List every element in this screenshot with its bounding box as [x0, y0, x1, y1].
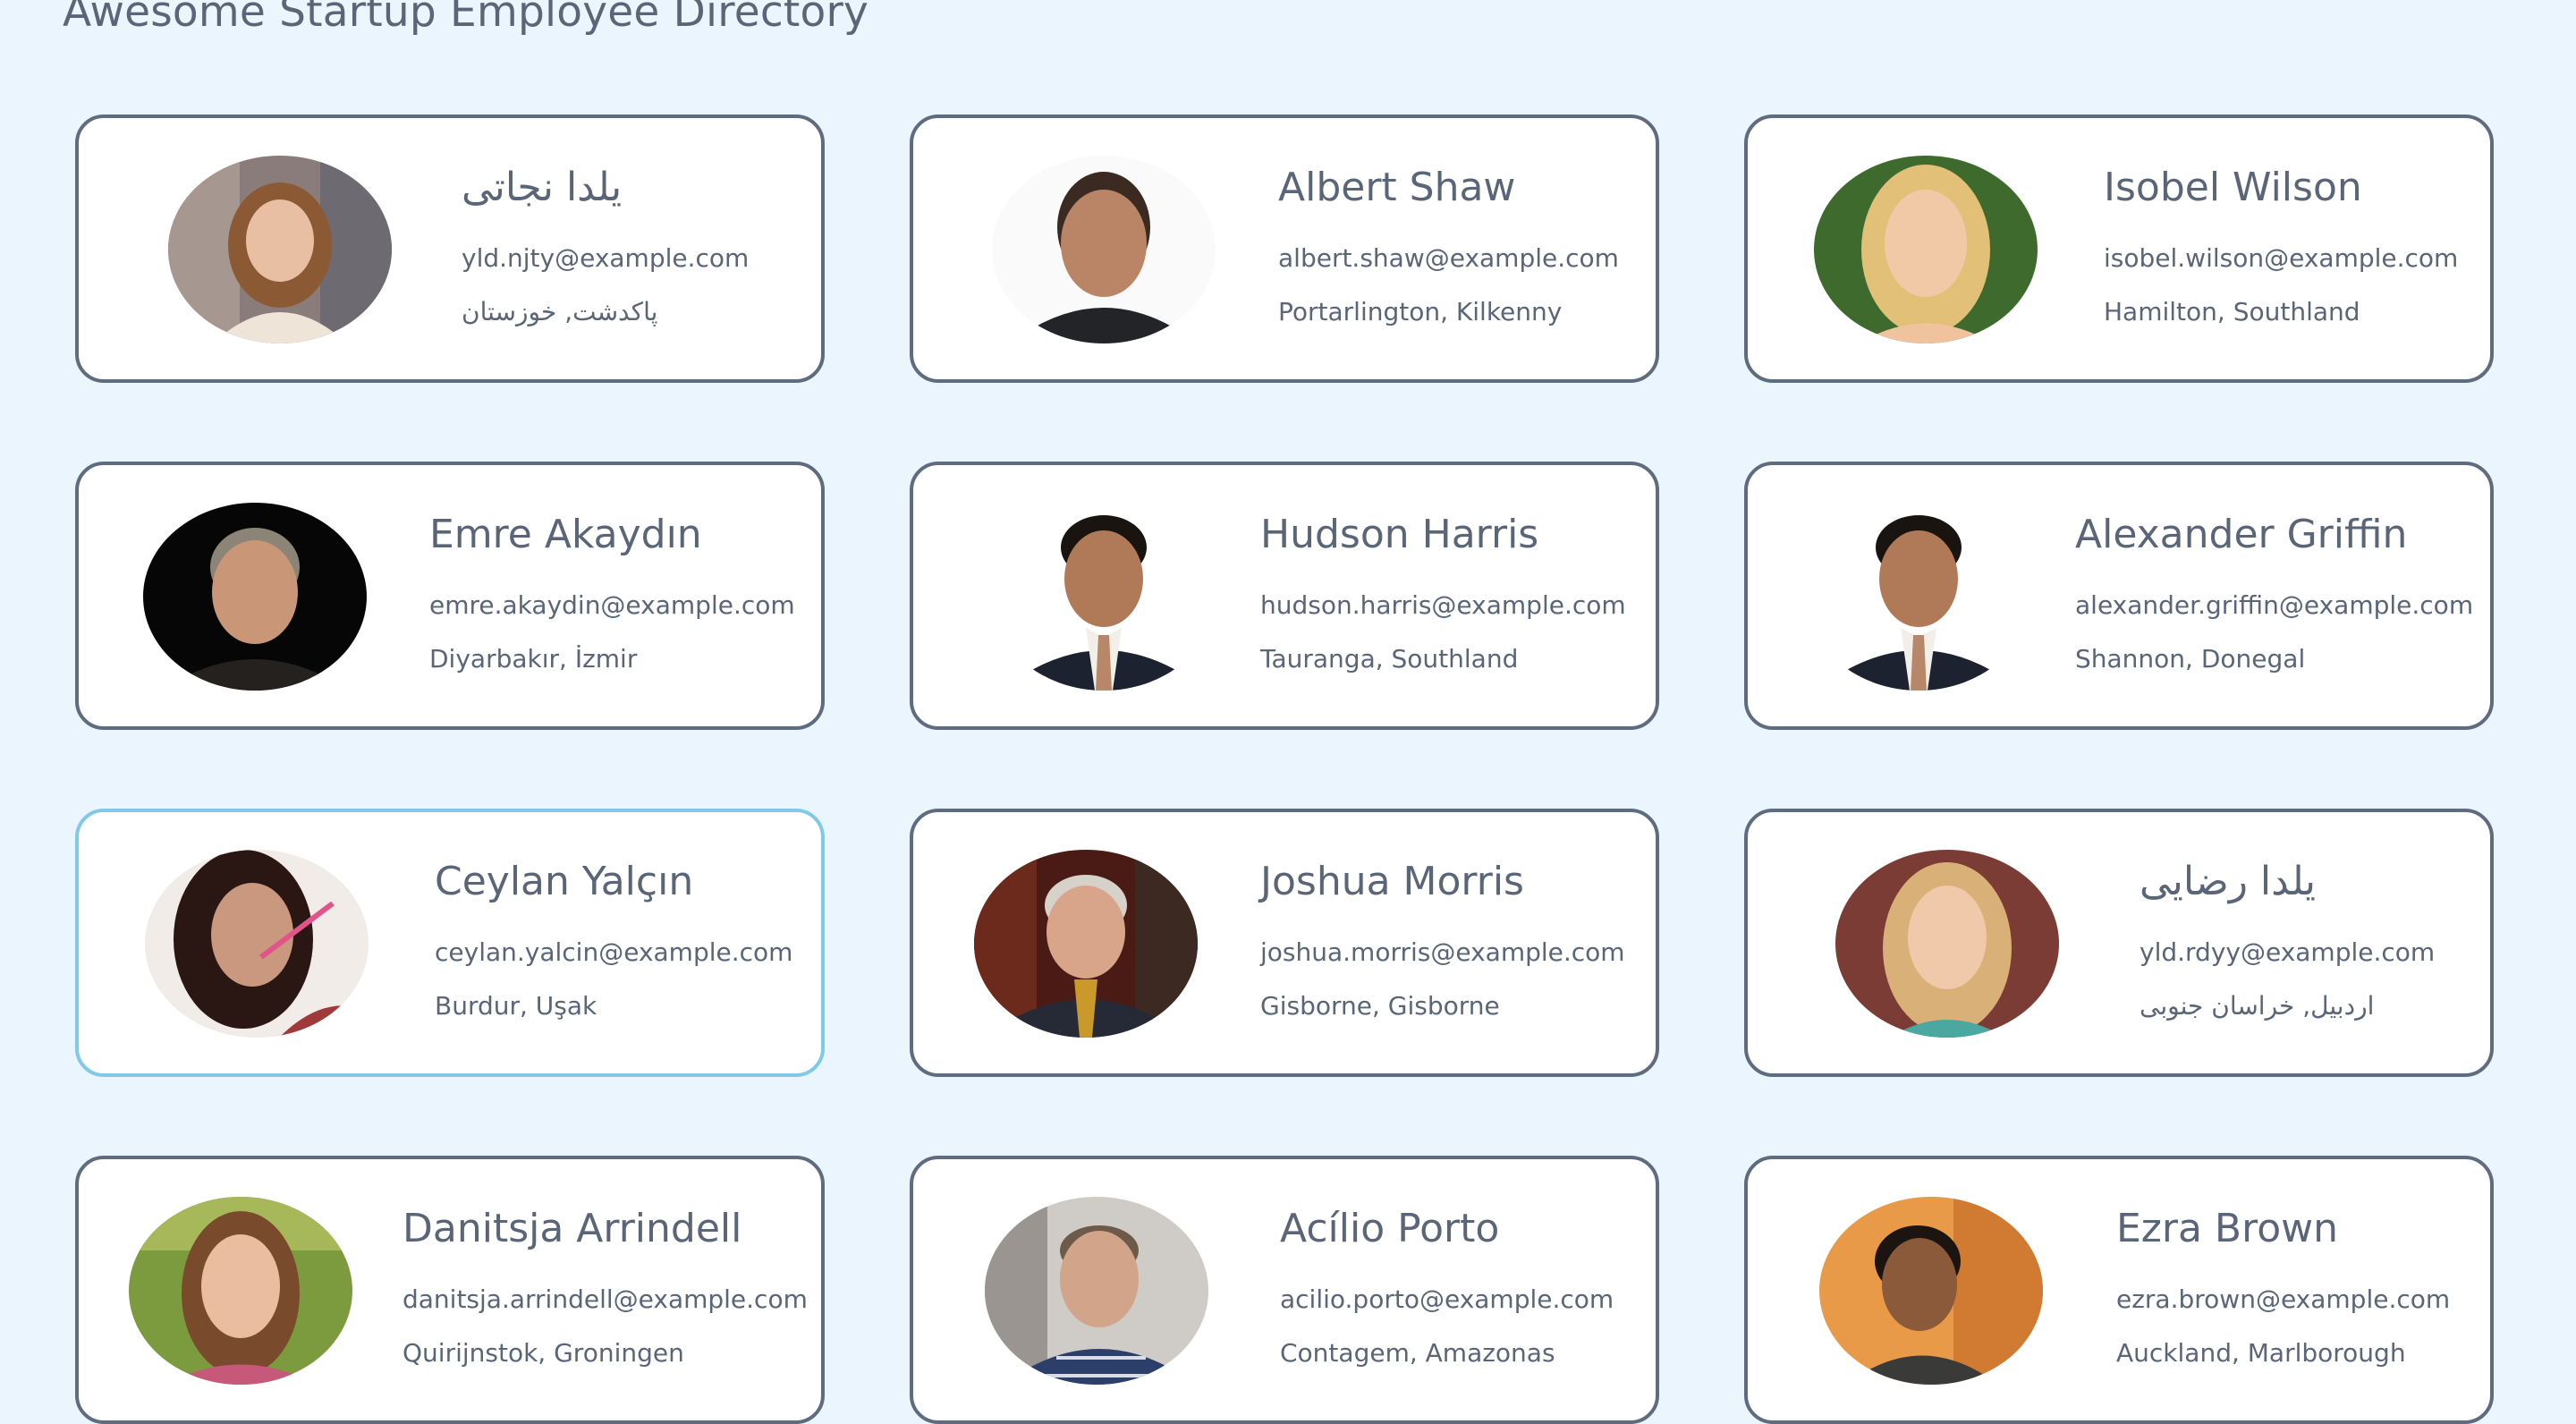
- man-suit-gold-tie-icon: [974, 850, 1198, 1038]
- employee-card[interactable]: Albert Shaw albert.shaw@example.com Port…: [910, 114, 1659, 383]
- employee-card[interactable]: یلدا نجاتی yld.njty@example.com پاکدشت, …: [75, 114, 825, 383]
- employee-email[interactable]: emre.akaydin@example.com: [429, 590, 795, 620]
- employee-card[interactable]: Joshua Morris joshua.morris@example.com …: [910, 809, 1659, 1077]
- employee-email[interactable]: albert.shaw@example.com: [1278, 243, 1619, 273]
- employee-email[interactable]: joshua.morris@example.com: [1260, 937, 1625, 967]
- employee-name: Joshua Morris: [1260, 859, 1524, 904]
- employee-email[interactable]: hudson.harris@example.com: [1260, 590, 1626, 620]
- woman-blonde-icon: [1835, 850, 2059, 1038]
- employee-location: اردبیل, خراسان جنوبی: [2140, 991, 2375, 1021]
- man-dark-hair-icon: [992, 156, 1216, 343]
- employee-card[interactable]: Alexander Griffin alexander.griffin@exam…: [1744, 462, 2494, 730]
- employee-email[interactable]: isobel.wilson@example.com: [2104, 243, 2458, 273]
- employee-email[interactable]: acilio.porto@example.com: [1280, 1284, 1614, 1314]
- man-suit-tie-icon: [1807, 503, 2030, 691]
- employee-location: Tauranga, Southland: [1260, 644, 1519, 674]
- employee-location: Auckland, Marlborough: [2116, 1338, 2406, 1368]
- employee-location: Portarlington, Kilkenny: [1278, 297, 1563, 326]
- employee-card[interactable]: Emre Akaydın emre.akaydin@example.com Di…: [75, 462, 825, 730]
- employee-card[interactable]: Ceylan Yalçın ceylan.yalcin@example.com …: [75, 809, 825, 1077]
- employee-name: Ceylan Yalçın: [435, 859, 694, 904]
- man-checked-shirt-icon: [985, 1197, 1208, 1385]
- employee-email[interactable]: yld.njty@example.com: [462, 243, 749, 273]
- employee-name: Acílio Porto: [1280, 1206, 1500, 1251]
- woman-blonde-icon: [1814, 156, 2038, 343]
- employee-card[interactable]: یلدا رضایی yld.rdyy@example.com اردبیل, …: [1744, 809, 2494, 1077]
- employee-card[interactable]: Hudson Harris hudson.harris@example.com …: [910, 462, 1659, 730]
- employee-email[interactable]: ezra.brown@example.com: [2116, 1284, 2450, 1314]
- employee-card[interactable]: Isobel Wilson isobel.wilson@example.com …: [1744, 114, 2494, 383]
- employee-email[interactable]: danitsja.arrindell@example.com: [402, 1284, 808, 1314]
- man-grey-hair-icon: [143, 503, 367, 691]
- woman-brown-hair-icon: [129, 1197, 352, 1385]
- employee-location: Gisborne, Gisborne: [1260, 991, 1500, 1021]
- employee-card[interactable]: Ezra Brown ezra.brown@example.com Auckla…: [1744, 1156, 2494, 1424]
- page-title: Awesome Startup Employee Directory: [63, 0, 869, 37]
- woman-dark-hair-icon: [145, 850, 369, 1038]
- employee-location: Shannon, Donegal: [2075, 644, 2306, 674]
- employee-name: یلدا رضایی: [2140, 859, 2317, 904]
- employee-card[interactable]: Acílio Porto acilio.porto@example.com Co…: [910, 1156, 1659, 1424]
- employee-email[interactable]: yld.rdyy@example.com: [2140, 937, 2435, 967]
- employee-location: پاکدشت, خوزستان: [462, 297, 658, 326]
- employee-name: Alexander Griffin: [2075, 512, 2408, 557]
- employee-name: Emre Akaydın: [429, 512, 702, 557]
- employee-card[interactable]: Danitsja Arrindell danitsja.arrindell@ex…: [75, 1156, 825, 1424]
- employee-name: یلدا نجاتی: [462, 165, 623, 210]
- employee-location: Hamilton, Southland: [2104, 297, 2360, 326]
- employee-location: Diyarbakır, İzmir: [429, 644, 638, 674]
- employee-name: Danitsja Arrindell: [402, 1206, 742, 1251]
- employee-name: Albert Shaw: [1278, 165, 1516, 210]
- employee-name: Isobel Wilson: [2104, 165, 2362, 210]
- employee-email[interactable]: alexander.griffin@example.com: [2075, 590, 2473, 620]
- employee-name: Ezra Brown: [2116, 1206, 2339, 1251]
- employee-location: Quirijnstok, Groningen: [402, 1338, 684, 1368]
- employee-location: Contagem, Amazonas: [1280, 1338, 1555, 1368]
- employee-name: Hudson Harris: [1260, 512, 1539, 557]
- man-suit-tie-icon: [992, 503, 1216, 691]
- woman-light-brown-hair-icon: [168, 156, 392, 343]
- man-dark-skin-icon: [1819, 1197, 2043, 1385]
- employee-location: Burdur, Uşak: [435, 991, 597, 1021]
- employee-email[interactable]: ceylan.yalcin@example.com: [435, 937, 792, 967]
